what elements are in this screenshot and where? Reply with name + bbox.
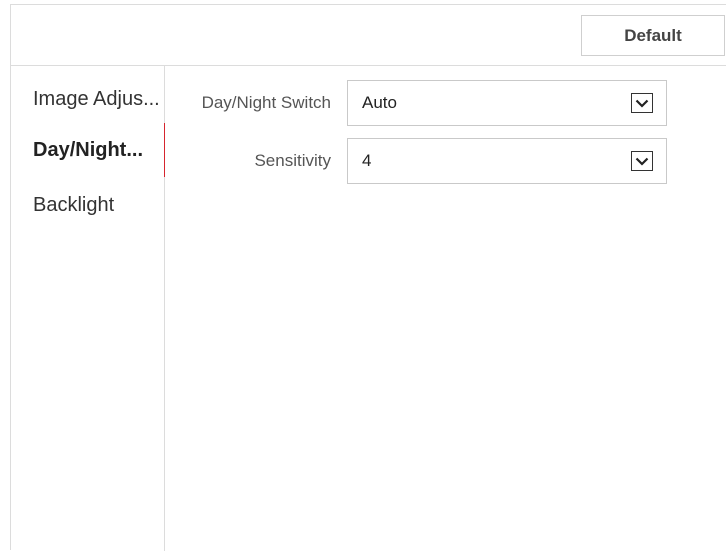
sensitivity-value: 4 xyxy=(362,151,372,170)
day-night-switch-value: Auto xyxy=(362,93,397,112)
day-night-switch-select[interactable]: Auto xyxy=(347,80,667,126)
sensitivity-label: Sensitivity xyxy=(254,151,331,170)
settings-panel: Default Image Adjus... Day/Night... Back… xyxy=(10,4,726,551)
sidebar-item-label: Image Adjus... xyxy=(33,88,160,110)
settings-content: Day/Night Switch Auto Sensitivity 4 xyxy=(165,66,726,551)
default-button[interactable]: Default xyxy=(581,15,725,56)
sensitivity-select[interactable]: 4 xyxy=(347,138,667,184)
sidebar-item-image-adjustment[interactable]: Image Adjus... xyxy=(11,72,165,126)
sidebar-item-label: Day/Night... xyxy=(33,139,144,161)
toolbar: Default xyxy=(11,5,726,66)
sidebar-item-backlight[interactable]: Backlight xyxy=(11,178,165,232)
chevron-down-icon[interactable] xyxy=(631,151,653,171)
sidebar: Image Adjus... Day/Night... Backlight xyxy=(11,66,165,551)
day-night-switch-row: Day/Night Switch Auto xyxy=(165,80,726,126)
sidebar-item-label: Backlight xyxy=(33,194,115,216)
day-night-switch-label: Day/Night Switch xyxy=(201,93,331,112)
chevron-down-icon[interactable] xyxy=(631,93,653,113)
sidebar-item-day-night[interactable]: Day/Night... xyxy=(11,123,165,177)
sensitivity-row: Sensitivity 4 xyxy=(165,138,726,184)
